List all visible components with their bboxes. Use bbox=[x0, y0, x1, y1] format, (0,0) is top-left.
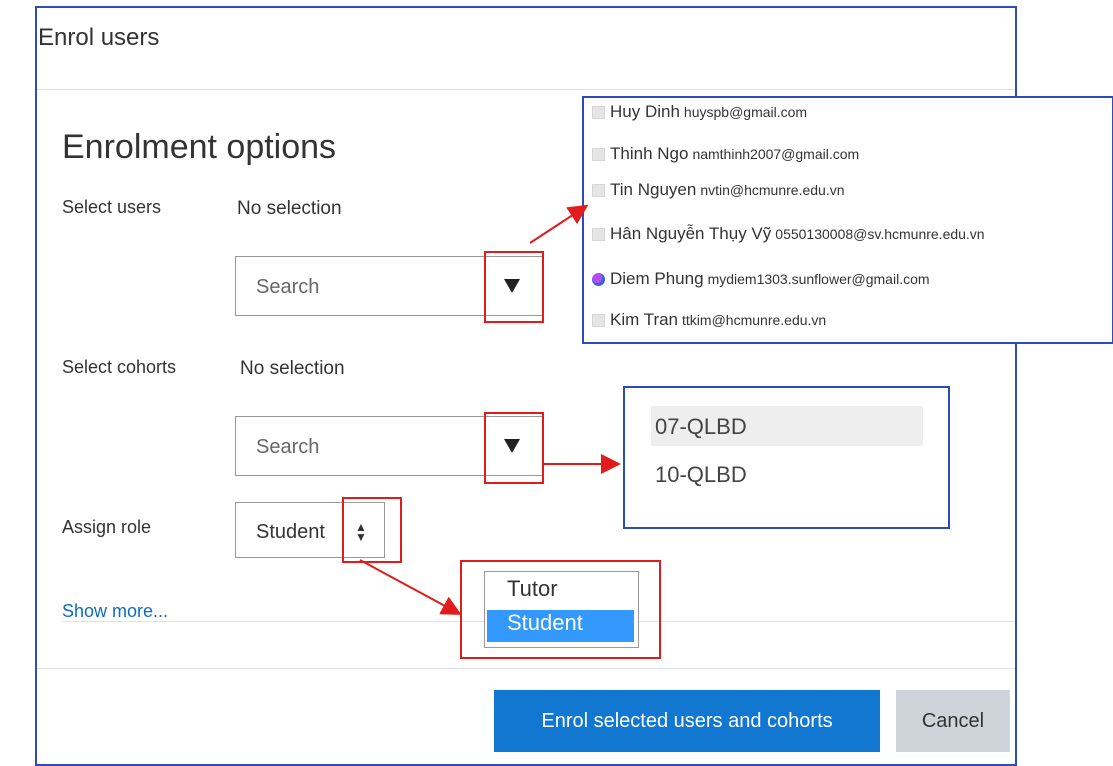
users-arrow-line bbox=[529, 204, 589, 244]
role-arrow-line bbox=[359, 559, 462, 615]
annotation-arrows bbox=[359, 204, 621, 615]
